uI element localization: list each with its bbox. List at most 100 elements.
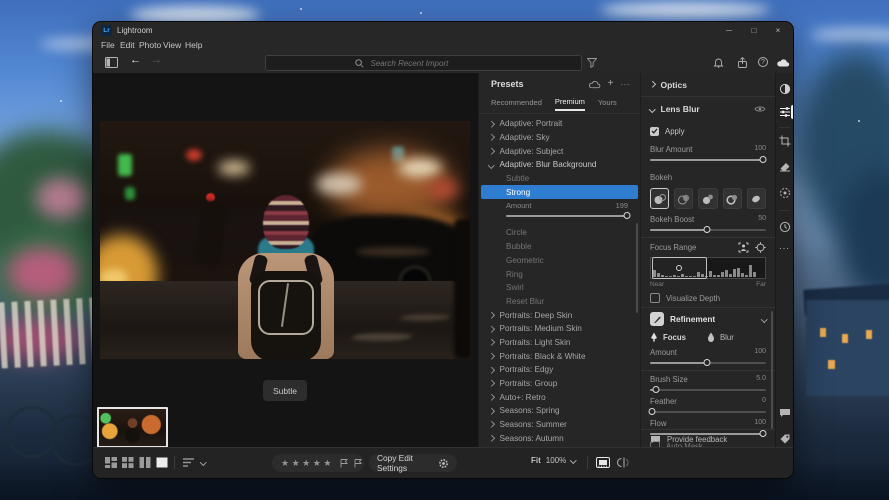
visualize-depth-row[interactable]: Visualize Depth (650, 293, 766, 303)
optics-section-header[interactable]: Optics (641, 73, 775, 97)
presets-more-icon[interactable]: ··· (621, 80, 631, 89)
fit-button[interactable]: Fit (531, 456, 541, 465)
menu-photo[interactable]: Photo (139, 40, 161, 50)
focus-brush-button[interactable]: Focus (650, 332, 686, 342)
provide-feedback-button[interactable]: Provide feedback (641, 429, 775, 448)
select-subject-icon[interactable] (738, 242, 749, 253)
preset-group[interactable]: Portraits: Medium Skin (479, 322, 640, 336)
brush-size-slider[interactable] (650, 389, 766, 391)
photo-canvas[interactable] (100, 121, 470, 359)
filter-icon[interactable] (587, 58, 597, 68)
bokeh-shape-bubble[interactable] (674, 188, 693, 209)
refinement-header[interactable]: Refinement (641, 312, 775, 326)
grid-view-icon[interactable] (122, 457, 135, 468)
star-rating[interactable]: ★★★★★ (281, 454, 334, 472)
blur-brush-button[interactable]: Blur (707, 332, 734, 342)
sort-icon[interactable] (183, 457, 196, 468)
menu-file[interactable]: File (101, 40, 115, 50)
search-box[interactable] (265, 55, 582, 71)
preset-group[interactable]: Seasons: Summer (479, 418, 640, 432)
presets-scrollbar[interactable] (636, 223, 638, 313)
edit-icon[interactable] (779, 83, 791, 95)
preset-sync-cloud-icon[interactable] (589, 80, 601, 89)
target-focus-icon[interactable] (755, 242, 766, 253)
controls-scrollbar[interactable] (771, 311, 773, 429)
notifications-bell-icon[interactable] (713, 57, 724, 68)
presets-adjust-icon-active[interactable] (779, 106, 791, 118)
rail-more-icon[interactable]: ··· (779, 243, 791, 255)
preset-group[interactable]: Auto+: Retro (479, 390, 640, 404)
bokeh-shape-ring[interactable] (723, 188, 742, 209)
preset-style[interactable]: Geometric (479, 254, 640, 268)
titlebar[interactable]: Lr Lightroom ─ □ × (93, 22, 793, 39)
search-input[interactable] (369, 58, 493, 69)
blur-amount-slider[interactable] (650, 159, 766, 161)
menu-help[interactable]: Help (185, 40, 202, 50)
preset-group[interactable]: Adaptive: Sky (479, 131, 640, 145)
help-icon[interactable]: ? (758, 57, 768, 67)
minimize-button[interactable]: ─ (717, 22, 741, 39)
crop-icon[interactable] (779, 135, 791, 147)
menu-view[interactable]: View (163, 40, 181, 50)
bokeh-shape-geometric[interactable] (698, 188, 717, 209)
masking-icon[interactable] (779, 187, 791, 199)
pick-flag-icon[interactable] (340, 459, 348, 468)
filmstrip-thumbnail[interactable] (97, 407, 168, 448)
maximize-button[interactable]: □ (742, 22, 766, 39)
focus-range-handle[interactable] (676, 265, 682, 271)
refine-amount-slider[interactable] (650, 362, 766, 364)
preset-group[interactable]: Portraits: Deep Skin (479, 308, 640, 322)
share-icon[interactable] (737, 57, 748, 68)
preset-option-subtle[interactable]: Subtle (479, 172, 640, 186)
cloud-sync-icon[interactable] (777, 58, 790, 67)
preset-group[interactable]: Adaptive: Subject (479, 144, 640, 158)
compare-view-icon[interactable] (139, 457, 152, 468)
preset-style[interactable]: Bubble (479, 240, 640, 254)
preset-group-expanded[interactable]: Adaptive: Blur Background (479, 158, 640, 172)
panel-toggle-icon[interactable] (105, 57, 118, 68)
before-after-icon[interactable] (617, 457, 630, 468)
preset-group[interactable]: Portraits: Edgy (479, 363, 640, 377)
preset-group[interactable]: Portraits: Light Skin (479, 336, 640, 350)
single-photo-view-icon-active[interactable] (156, 457, 169, 468)
apply-row[interactable]: Apply (641, 121, 775, 141)
apply-checkbox-checked[interactable] (650, 127, 659, 136)
bokeh-boost-slider[interactable] (650, 229, 766, 231)
bokeh-shape-swirl[interactable] (747, 188, 766, 209)
focus-histogram[interactable] (650, 257, 766, 279)
keyword-tag-icon[interactable] (779, 433, 791, 445)
eye-icon[interactable] (754, 105, 766, 113)
preset-style[interactable]: Swirl (479, 281, 640, 295)
tab-premium[interactable]: Premium (555, 97, 585, 111)
filmstrip-toggle-icon[interactable] (596, 457, 609, 468)
preset-reset-blur[interactable]: Reset Blur (479, 295, 640, 309)
preset-option-strong-selected[interactable]: Strong (481, 185, 638, 199)
copy-edit-settings-button[interactable]: Copy Edit Settings (377, 453, 431, 473)
preset-style[interactable]: Circle (479, 226, 640, 240)
feather-slider[interactable] (650, 411, 766, 413)
back-arrow-icon[interactable]: ← (130, 54, 141, 66)
grid-mosaic-view-icon[interactable] (105, 457, 118, 468)
gear-icon[interactable] (438, 458, 449, 469)
tab-recommended[interactable]: Recommended (491, 98, 542, 110)
preset-group[interactable]: Portraits: Group (479, 377, 640, 391)
bokeh-shape-circle-selected[interactable] (650, 188, 669, 209)
focus-range-selection[interactable] (652, 257, 706, 279)
preset-group[interactable]: Adaptive: Portrait (479, 117, 640, 131)
preset-group[interactable]: Portraits: Black & White (479, 349, 640, 363)
preset-style[interactable]: Ring (479, 267, 640, 281)
lens-blur-section-header[interactable]: Lens Blur (641, 97, 775, 121)
visualize-depth-checkbox[interactable] (650, 293, 660, 303)
healing-eraser-icon[interactable] (779, 160, 791, 172)
preset-amount-slider[interactable] (506, 215, 628, 217)
forward-arrow-icon[interactable]: → (151, 54, 162, 66)
history-clock-icon[interactable] (779, 221, 791, 233)
zoom-chevron-icon[interactable] (570, 457, 576, 463)
reject-flag-icon[interactable] (354, 459, 362, 468)
add-preset-icon[interactable]: + (608, 80, 614, 88)
preset-group[interactable]: Seasons: Autumn (479, 431, 640, 445)
preset-group[interactable]: Seasons: Spring (479, 404, 640, 418)
sort-chevron-icon[interactable] (200, 459, 206, 465)
menu-edit[interactable]: Edit (120, 40, 135, 50)
close-button[interactable]: × (766, 22, 790, 39)
